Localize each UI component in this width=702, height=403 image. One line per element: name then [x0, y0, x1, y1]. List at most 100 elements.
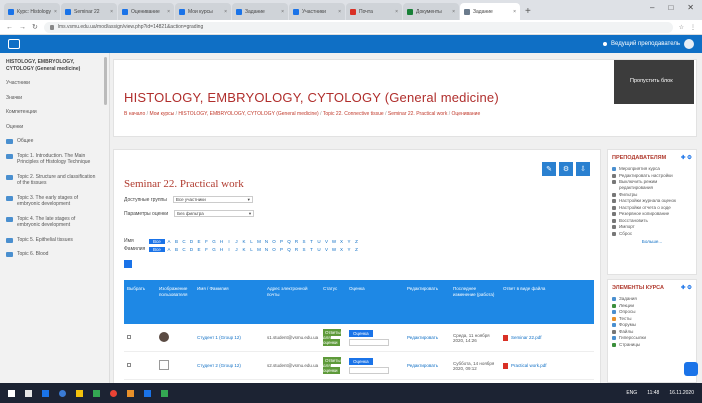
block-item[interactable]: Редактировать настройки: [612, 173, 692, 179]
excel-icon[interactable]: [161, 389, 168, 397]
browser-tab[interactable]: Курс: Histology ×: [4, 3, 60, 20]
edit-icon[interactable]: ✎: [542, 162, 556, 176]
maximize-button[interactable]: □: [668, 3, 673, 12]
grade-button[interactable]: Оценка: [349, 357, 373, 365]
block-item[interactable]: Лекции: [612, 303, 692, 309]
initials-letter[interactable]: C: [181, 239, 188, 244]
file-explorer-icon[interactable]: [76, 389, 83, 397]
user-menu[interactable]: Ведущий преподаватель: [603, 39, 694, 49]
close-tab-icon[interactable]: ×: [224, 9, 227, 15]
initials-letter[interactable]: Z: [353, 247, 360, 252]
close-tab-icon[interactable]: ×: [338, 9, 341, 15]
row-checkbox[interactable]: [127, 335, 131, 339]
word-icon[interactable]: [144, 389, 151, 397]
settings-icon[interactable]: ⚙: [559, 162, 573, 176]
clock[interactable]: 11:48: [647, 390, 659, 396]
initials-all[interactable]: Все: [149, 246, 165, 252]
column-header[interactable]: Изображение пользователя: [156, 280, 194, 324]
initials-letter[interactable]: A: [166, 247, 173, 252]
initials-letter[interactable]: C: [181, 247, 188, 252]
breadcrumb-link[interactable]: Мои курсы: [149, 111, 174, 117]
grade-input[interactable]: [349, 338, 389, 346]
initials-letter[interactable]: X: [338, 247, 345, 252]
more-link[interactable]: Больше...: [612, 239, 692, 244]
edit-menu[interactable]: Редактировать: [404, 335, 450, 340]
initials-letter[interactable]: T: [308, 247, 315, 252]
close-tab-icon[interactable]: ×: [167, 9, 170, 15]
browser-tab[interactable]: Почта ×: [346, 3, 402, 20]
initials-letter[interactable]: M: [256, 247, 263, 252]
download-icon[interactable]: ⇩: [576, 162, 590, 176]
student-name[interactable]: Студент 1 (Group 12): [194, 335, 264, 340]
block-item[interactable]: Настройки отчета о ходе: [612, 205, 692, 211]
chat-icon[interactable]: [684, 362, 698, 376]
drawer-toggle-icon[interactable]: [8, 39, 20, 49]
edge-icon[interactable]: [59, 389, 66, 397]
initials-letter[interactable]: Q: [286, 239, 293, 244]
breadcrumb-link[interactable]: Оценивание: [452, 111, 481, 117]
initials-letter[interactable]: L: [248, 239, 255, 244]
browser-tab-active[interactable]: Задание ×: [460, 3, 520, 20]
initials-letter[interactable]: S: [301, 247, 308, 252]
reload-icon[interactable]: ↻: [32, 23, 38, 31]
menu-icon[interactable]: ⋮: [690, 24, 696, 31]
close-window-button[interactable]: ✕: [687, 3, 694, 12]
browser-tab[interactable]: Seminar 22 ×: [61, 3, 117, 20]
initials-letter[interactable]: Q: [286, 247, 293, 252]
initials-letter[interactable]: J: [233, 239, 240, 244]
edit-menu[interactable]: Редактировать: [404, 363, 450, 368]
breadcrumb-link[interactable]: Seminar 22. Practical work: [388, 111, 447, 117]
task-view-icon[interactable]: [42, 389, 49, 397]
initials-letter[interactable]: S: [301, 239, 308, 244]
row-checkbox[interactable]: [127, 363, 131, 367]
skip-block-popup[interactable]: Пропустить блок: [614, 60, 694, 104]
initials-letter[interactable]: N: [263, 239, 270, 244]
initials-letter[interactable]: P: [278, 247, 285, 252]
initials-letter[interactable]: J: [233, 247, 240, 252]
initials-letter[interactable]: W: [331, 247, 338, 252]
block-item[interactable]: Сброс: [612, 231, 692, 237]
column-header[interactable]: Выбрать: [124, 280, 156, 324]
close-tab-icon[interactable]: ×: [281, 9, 284, 15]
initials-letter[interactable]: A: [166, 239, 173, 244]
drawer-scrollbar[interactable]: [104, 57, 107, 105]
sidebar-item[interactable]: Оценки: [6, 124, 109, 131]
breadcrumb-link[interactable]: В начало: [124, 111, 145, 117]
block-actions-icon[interactable]: ✚ ⚙: [681, 285, 692, 291]
initials-letter[interactable]: Z: [353, 239, 360, 244]
star-icon[interactable]: ☆: [679, 24, 684, 31]
initials-letter[interactable]: E: [196, 239, 203, 244]
initials-letter[interactable]: N: [263, 247, 270, 252]
groups-select[interactable]: Все участники ▾: [172, 196, 253, 203]
block-item[interactable]: Фильтры: [612, 192, 692, 198]
block-item[interactable]: Страницы: [612, 342, 692, 348]
initials-letter[interactable]: D: [188, 247, 195, 252]
browser-tab[interactable]: Участники ×: [289, 3, 345, 20]
chrome-icon[interactable]: [110, 389, 117, 397]
block-item[interactable]: Мероприятия курса: [612, 166, 692, 172]
forward-arrow-icon[interactable]: →: [19, 24, 26, 31]
initials-all[interactable]: Все: [149, 238, 165, 244]
sidebar-item[interactable]: HISTOLOGY, EMBRYOLOGY, CYTOLOGY (General…: [6, 59, 109, 72]
column-header[interactable]: Адрес электронной почты: [264, 280, 320, 324]
sidebar-item[interactable]: Участники: [6, 80, 109, 87]
initials-letter[interactable]: U: [316, 239, 323, 244]
column-header[interactable]: Редактировать: [404, 280, 450, 324]
sidebar-item[interactable]: Topic 4. The late stages of embryonic de…: [6, 216, 109, 229]
language-indicator[interactable]: ENG: [626, 390, 637, 396]
initials-letter[interactable]: M: [256, 239, 263, 244]
grade-input[interactable]: [349, 366, 389, 374]
browser-tab[interactable]: Мои курсы ×: [175, 3, 231, 20]
browser-tab[interactable]: Задание ×: [232, 3, 288, 20]
column-header[interactable]: Оценка: [346, 280, 404, 324]
initials-letter[interactable]: K: [241, 247, 248, 252]
block-item[interactable]: Файлы: [612, 329, 692, 335]
initials-letter[interactable]: F: [203, 247, 210, 252]
initials-letter[interactable]: U: [316, 247, 323, 252]
close-tab-icon[interactable]: ×: [452, 9, 455, 15]
search-icon[interactable]: [25, 389, 32, 397]
block-item[interactable]: Настройки журнала оценок: [612, 198, 692, 204]
block-item[interactable]: Восстановить: [612, 218, 692, 224]
column-header[interactable]: Последнее изменение (работа): [450, 280, 500, 324]
options-toggle-button[interactable]: [124, 260, 132, 268]
